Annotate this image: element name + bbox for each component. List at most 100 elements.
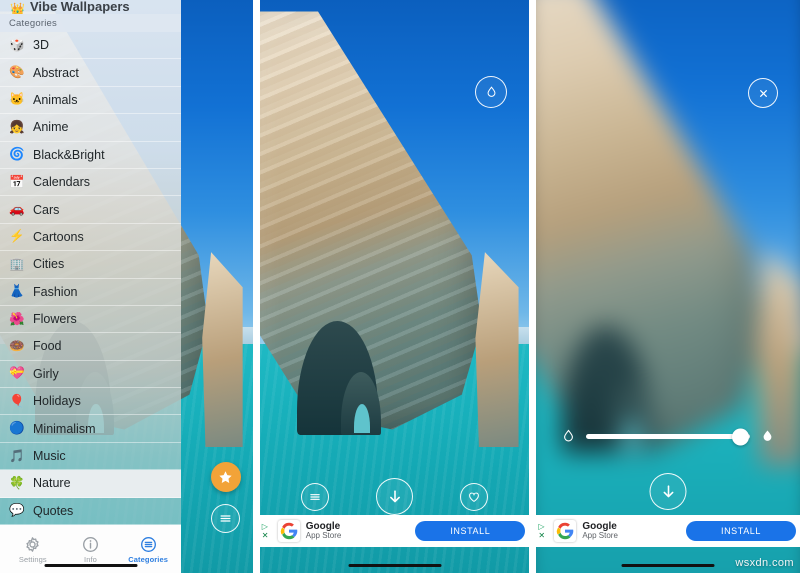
category-item-anime[interactable]: 👧 Anime [0, 114, 181, 142]
category-label: Flowers [33, 312, 77, 327]
cyan-circle-icon: 🔵 [9, 421, 25, 436]
category-item-cities[interactable]: 🏢 Cities [0, 251, 181, 279]
tab-info[interactable]: Info [64, 535, 116, 564]
favorites-star-button[interactable] [210, 462, 241, 492]
favorite-button[interactable] [459, 482, 488, 511]
panel-divider-2 [529, 0, 537, 573]
category-item-food[interactable]: 🍩 Food [0, 333, 181, 361]
menu-button[interactable] [211, 504, 241, 533]
home-indicator [348, 563, 442, 567]
category-label: Nature [33, 476, 71, 491]
water-drop-filled-icon [763, 430, 772, 441]
dress-icon: 👗 [9, 284, 25, 299]
category-label: Black&Bright [33, 147, 105, 162]
category-item-minimalism[interactable]: 🔵 Minimalism [0, 415, 181, 443]
close-x-icon [759, 89, 767, 97]
water-drop-outline-icon [564, 429, 574, 442]
hamburger-icon [310, 493, 320, 500]
adchoices-icon[interactable]: ▷ ✕ [262, 522, 272, 540]
categories-section-header: Categories [0, 14, 181, 32]
category-label: Music [33, 449, 66, 464]
category-item-calendars[interactable]: 📅 Calendars [0, 169, 181, 197]
category-label: 3D [33, 38, 49, 53]
ad-subtitle: App Store [305, 531, 342, 541]
close-button[interactable] [748, 78, 778, 108]
blur-slider-track[interactable] [586, 428, 750, 445]
categories-list[interactable]: 🎲 3D 🎨 Abstract 🐱 Animals 👧 Anime 🌀 Black&Bright 📅… [0, 32, 181, 525]
crown-icon: 👑 [10, 2, 25, 14]
download-button[interactable] [376, 478, 414, 515]
category-item-black-bright[interactable]: 🌀 Black&Bright [0, 142, 181, 169]
cube-icon: 🎲 [9, 37, 25, 52]
download-button[interactable] [649, 473, 687, 510]
wallpaper-preview-panel: ▷ ✕ Google App Store INSTALL [259, 0, 530, 573]
balloons-icon: 🎈 [9, 393, 25, 408]
quote-icon: 💬 [9, 503, 25, 518]
category-item-cartoons[interactable]: ⚡ Cartoons [0, 224, 181, 252]
home-indicator [44, 563, 137, 567]
category-label: Fashion [33, 284, 78, 299]
categories-drawer-panel: 👑 Vibe Wallpapers Categories 🎲 3D 🎨 Abstrac… [0, 0, 253, 573]
install-button[interactable]: INSTALL [686, 521, 796, 541]
music-note-icon: 🎵 [9, 448, 25, 463]
category-item-animals[interactable]: 🐱 Animals [0, 87, 181, 115]
category-item-girly[interactable]: 💝 Girly [0, 361, 181, 389]
tab-label: Categories [128, 554, 169, 564]
category-label: Abstract [33, 65, 79, 80]
ad-banner[interactable]: ▷ ✕ Google App Store INSTALL [536, 515, 800, 547]
category-item-cars[interactable]: 🚗 Cars [0, 196, 181, 224]
category-label: Girly [33, 366, 59, 381]
tab-settings[interactable]: Settings [7, 535, 59, 564]
ad-text: Google App Store [582, 521, 618, 541]
dark-circle-icon: 🌀 [9, 147, 25, 162]
category-item-quotes[interactable]: 💬 Quotes [0, 498, 181, 525]
download-arrow-icon [389, 489, 400, 502]
home-indicator [621, 563, 715, 567]
drawer-floating-buttons [210, 462, 241, 533]
category-label: Animals [33, 92, 78, 107]
category-item-fashion[interactable]: 👗 Fashion [0, 279, 181, 306]
clover-icon: 🍀 [9, 475, 25, 490]
info-circle-icon [83, 536, 98, 552]
category-label: Food [33, 339, 62, 354]
tab-categories[interactable]: Categories [122, 535, 174, 564]
ad-subtitle: App Store [582, 531, 618, 541]
category-label: Holidays [33, 394, 81, 409]
app-title-text: Vibe Wallpapers [29, 0, 130, 14]
category-item-music[interactable]: 🎵 Music [0, 443, 181, 471]
drawer: 👑 Vibe Wallpapers Categories 🎲 3D 🎨 Abstrac… [0, 0, 181, 573]
adchoices-icon[interactable]: ▷ ✕ [538, 522, 548, 540]
category-item-holidays[interactable]: 🎈 Holidays [0, 388, 181, 416]
heart-icon [469, 492, 479, 502]
install-button[interactable]: INSTALL [415, 521, 526, 541]
ad-text: Google App Store [305, 521, 342, 541]
hearts-icon: 💝 [9, 366, 25, 381]
ad-banner[interactable]: ▷ ✕ Google App Store INSTALL [259, 515, 530, 547]
category-label: Minimalism [33, 421, 96, 436]
category-item-flowers[interactable]: 🌺 Flowers [0, 306, 181, 334]
category-label: Cities [33, 257, 65, 272]
category-item-3d[interactable]: 🎲 3D [0, 32, 181, 60]
panel-divider-1 [252, 0, 260, 573]
tab-label: Info [84, 554, 97, 564]
google-g-icon [554, 520, 577, 542]
hibiscus-icon: 🌺 [9, 311, 25, 326]
app-title: 👑 Vibe Wallpapers [0, 0, 181, 14]
category-item-abstract[interactable]: 🎨 Abstract [0, 59, 181, 87]
google-g-icon [277, 520, 300, 542]
menu-button[interactable] [301, 482, 330, 511]
gear-icon [26, 536, 39, 552]
tab-label: Settings [18, 554, 47, 564]
palette-icon: 🎨 [9, 65, 25, 80]
donut-icon: 🍩 [9, 338, 25, 353]
category-label: Cartoons [33, 229, 84, 244]
screenshot-root: 👑 Vibe Wallpapers Categories 🎲 3D 🎨 Abstrac… [0, 0, 800, 573]
download-arrow-icon [663, 484, 674, 497]
buildings-icon: 🏢 [9, 256, 25, 271]
blur-slider[interactable] [536, 428, 800, 445]
cat-icon: 🐱 [9, 92, 25, 107]
blur-slider-knob[interactable] [731, 428, 749, 445]
shield-bolt-icon: ⚡ [9, 229, 25, 244]
watermark: wsxdn.com [735, 557, 794, 569]
category-item-nature[interactable]: 🍀 Nature [0, 470, 181, 498]
